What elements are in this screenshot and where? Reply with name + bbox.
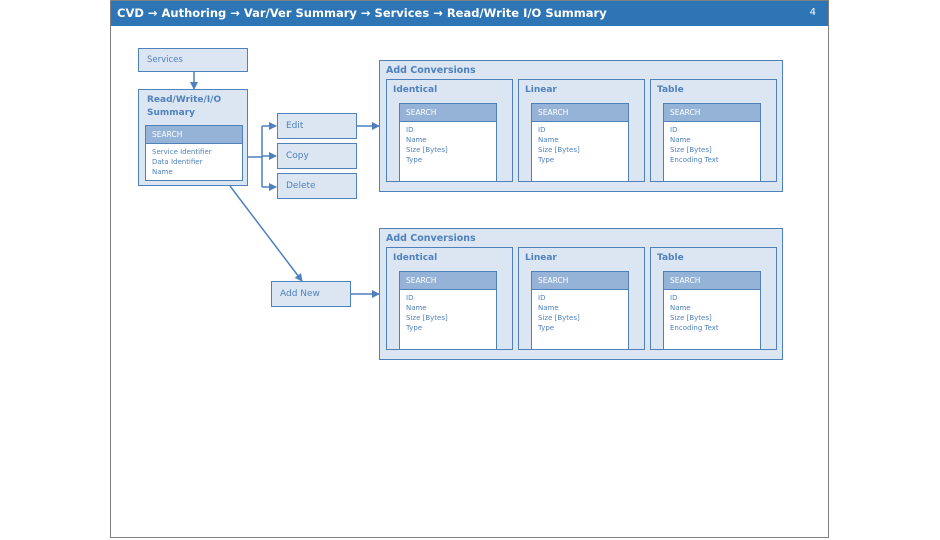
linear-search-card[interactable]: SEARCH ID Name Size [Bytes] Type xyxy=(531,103,629,182)
services-box[interactable]: Services xyxy=(138,48,248,72)
panel-title: Linear xyxy=(525,253,557,263)
field-item: ID xyxy=(538,126,546,134)
summary-field: Name xyxy=(152,168,173,176)
panel-identical: Identical SEARCH ID Name Size [Bytes] Ty… xyxy=(386,79,513,182)
panel-table: Table SEARCH ID Name Size [Bytes] Encodi… xyxy=(650,79,777,182)
summary-box[interactable]: Read/Write/I/O Summary SEARCH Service Id… xyxy=(138,89,248,186)
add-conversions-title: Add Conversions xyxy=(386,233,476,244)
add-conversions-container: Add Conversions Identical SEARCH ID Name… xyxy=(379,228,783,360)
panel-title: Table xyxy=(657,85,684,95)
identical-search-card[interactable]: SEARCH ID Name Size [Bytes] Type xyxy=(399,271,497,350)
field-item: Type xyxy=(538,156,555,164)
edit-button[interactable]: Edit xyxy=(277,113,357,139)
copy-label: Copy xyxy=(286,151,309,161)
summary-field: Service Identifier xyxy=(152,148,212,156)
table-field-list: ID Name Size [Bytes] Encoding Text xyxy=(670,125,719,165)
field-item: Name xyxy=(670,304,691,312)
table-search-card[interactable]: SEARCH ID Name Size [Bytes] Encoding Tex… xyxy=(663,103,761,182)
linear-search-header[interactable]: SEARCH xyxy=(532,272,628,290)
summary-title-line2: Summary xyxy=(147,108,196,118)
field-item: Name xyxy=(406,136,427,144)
linear-search-header[interactable]: SEARCH xyxy=(532,104,628,122)
identical-search-header[interactable]: SEARCH xyxy=(400,272,496,290)
field-item: ID xyxy=(406,294,414,302)
field-item: ID xyxy=(670,294,678,302)
panel-title: Identical xyxy=(393,253,438,263)
field-item: Size [Bytes] xyxy=(538,146,580,154)
add-conversions-title: Add Conversions xyxy=(386,65,476,76)
table-search-header[interactable]: SEARCH xyxy=(664,272,760,290)
summary-search-card[interactable]: SEARCH Service Identifier Data Identifie… xyxy=(145,125,243,181)
panel-identical: Identical SEARCH ID Name Size [Bytes] Ty… xyxy=(386,247,513,350)
field-item: ID xyxy=(538,294,546,302)
panel-linear: Linear SEARCH ID Name Size [Bytes] Type xyxy=(518,247,645,350)
delete-label: Delete xyxy=(286,181,316,191)
linear-field-list: ID Name Size [Bytes] Type xyxy=(538,125,580,165)
panel-title: Linear xyxy=(525,85,557,95)
field-item: Type xyxy=(538,324,555,332)
add-new-label: Add New xyxy=(280,289,320,299)
add-new-button[interactable]: Add New xyxy=(271,281,351,307)
summary-field: Data Identifier xyxy=(152,158,203,166)
panel-title: Identical xyxy=(393,85,438,95)
search-label: SEARCH xyxy=(670,108,701,117)
panel-linear: Linear SEARCH ID Name Size [Bytes] Type xyxy=(518,79,645,182)
field-item: Size [Bytes] xyxy=(406,314,448,322)
field-item: ID xyxy=(670,126,678,134)
connector-summary-to-add-new xyxy=(229,185,303,282)
field-item: Size [Bytes] xyxy=(670,146,712,154)
copy-button[interactable]: Copy xyxy=(277,143,357,169)
search-label: SEARCH xyxy=(538,108,569,117)
table-field-list: ID Name Size [Bytes] Encoding Text xyxy=(670,293,719,333)
linear-search-card[interactable]: SEARCH ID Name Size [Bytes] Type xyxy=(531,271,629,350)
field-item: Name xyxy=(670,136,691,144)
edit-label: Edit xyxy=(286,121,304,131)
field-item: Size [Bytes] xyxy=(406,146,448,154)
table-search-header[interactable]: SEARCH xyxy=(664,104,760,122)
summary-search-header[interactable]: SEARCH xyxy=(146,126,242,144)
services-label: Services xyxy=(147,55,183,65)
identical-field-list: ID Name Size [Bytes] Type xyxy=(406,125,448,165)
field-item: Name xyxy=(538,304,559,312)
identical-search-card[interactable]: SEARCH ID Name Size [Bytes] Type xyxy=(399,103,497,182)
field-item: Name xyxy=(538,136,559,144)
table-search-card[interactable]: SEARCH ID Name Size [Bytes] Encoding Tex… xyxy=(663,271,761,350)
panel-title: Table xyxy=(657,253,684,263)
field-item: Encoding Text xyxy=(670,324,719,332)
summary-field-list: Service Identifier Data Identifier Name xyxy=(152,147,212,177)
search-label: SEARCH xyxy=(406,276,437,285)
summary-search-label: SEARCH xyxy=(152,130,183,139)
summary-title-line1: Read/Write/I/O xyxy=(147,95,222,105)
field-item: Type xyxy=(406,156,423,164)
field-item: Encoding Text xyxy=(670,156,719,164)
delete-button[interactable]: Delete xyxy=(277,173,357,199)
identical-field-list: ID Name Size [Bytes] Type xyxy=(406,293,448,333)
field-item: ID xyxy=(406,126,414,134)
field-item: Size [Bytes] xyxy=(538,314,580,322)
field-item: Size [Bytes] xyxy=(670,314,712,322)
linear-field-list: ID Name Size [Bytes] Type xyxy=(538,293,580,333)
search-label: SEARCH xyxy=(406,108,437,117)
add-conversions-container: Add Conversions Identical SEARCH ID Name… xyxy=(379,60,783,192)
search-label: SEARCH xyxy=(538,276,569,285)
identical-search-header[interactable]: SEARCH xyxy=(400,104,496,122)
field-item: Type xyxy=(406,324,423,332)
search-label: SEARCH xyxy=(670,276,701,285)
panel-table: Table SEARCH ID Name Size [Bytes] Encodi… xyxy=(650,247,777,350)
field-item: Name xyxy=(406,304,427,312)
